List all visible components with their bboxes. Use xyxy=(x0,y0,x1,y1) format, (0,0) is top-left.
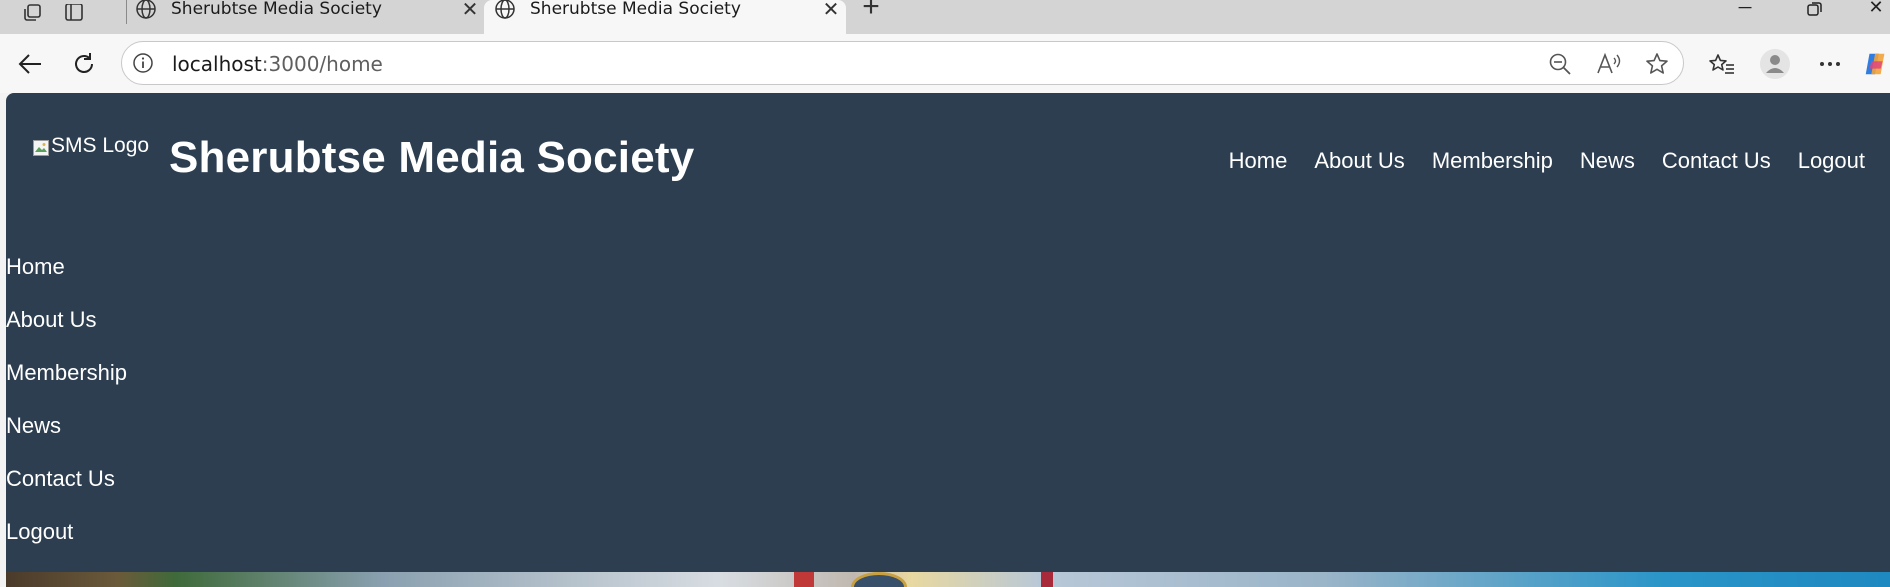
refresh-icon[interactable] xyxy=(66,46,102,82)
tab-active[interactable]: Sherubtse Media Society ✕ xyxy=(484,0,846,34)
broken-image-icon xyxy=(33,138,49,156)
tab-title: Sherubtse Media Society xyxy=(171,0,382,19)
site-info-icon[interactable] xyxy=(132,52,154,74)
workspaces-icon[interactable] xyxy=(14,0,50,26)
page-viewport: SMS Logo Sherubtse Media Society Home Ab… xyxy=(6,93,1890,587)
site-title: Sherubtse Media Society xyxy=(169,133,695,182)
minimize-icon[interactable]: ─ xyxy=(1725,0,1765,20)
restore-icon[interactable] xyxy=(1795,0,1835,20)
url-host: localhost xyxy=(172,52,262,76)
sidenav-home[interactable]: Home xyxy=(6,255,127,308)
topnav-about-us[interactable]: About Us xyxy=(1314,148,1405,174)
tab-inactive[interactable]: Sherubtse Media Society ✕ xyxy=(127,0,485,34)
topnav-home[interactable]: Home xyxy=(1229,148,1288,174)
close-icon[interactable]: ✕ xyxy=(816,0,846,21)
close-icon[interactable]: ✕ xyxy=(455,0,485,21)
sidenav-about-us[interactable]: About Us xyxy=(6,308,127,361)
sidenav-contact-us[interactable]: Contact Us xyxy=(6,467,127,520)
new-tab-icon[interactable]: + xyxy=(856,0,886,22)
sidenav-membership[interactable]: Membership xyxy=(6,361,127,414)
address-bar[interactable]: localhost:3000/home xyxy=(121,41,1684,85)
topnav-logout[interactable]: Logout xyxy=(1798,148,1865,174)
browser-toolbar: localhost:3000/home xyxy=(0,34,1890,93)
site-logo[interactable]: SMS Logo xyxy=(33,134,149,158)
url-path: :3000/home xyxy=(261,52,383,76)
browser-tab-strip: Sherubtse Media Society ✕ Sherubtse Medi… xyxy=(0,0,1890,34)
tab-actions-icon[interactable] xyxy=(56,0,92,26)
topnav-contact-us[interactable]: Contact Us xyxy=(1662,148,1771,174)
favorites-icon[interactable] xyxy=(1704,46,1740,82)
hero-flag-shape xyxy=(794,572,814,587)
topnav-membership[interactable]: Membership xyxy=(1432,148,1553,174)
hero-flag-shape xyxy=(1041,572,1053,587)
zoom-out-icon[interactable] xyxy=(1547,51,1573,77)
top-navigation: Home About Us Membership News Contact Us… xyxy=(1229,148,1865,174)
globe-icon xyxy=(494,0,516,20)
profile-icon[interactable] xyxy=(1757,46,1793,82)
close-window-icon[interactable]: ✕ xyxy=(1862,0,1890,20)
read-aloud-icon[interactable] xyxy=(1596,51,1622,77)
copilot-icon[interactable] xyxy=(1862,46,1890,82)
hero-emblem-shape xyxy=(851,572,907,587)
favorite-star-icon[interactable] xyxy=(1644,51,1670,77)
side-navigation: Home About Us Membership News Contact Us… xyxy=(6,255,127,573)
tab-title: Sherubtse Media Society xyxy=(530,0,741,19)
url-text[interactable]: localhost:3000/home xyxy=(172,52,383,76)
globe-icon xyxy=(135,0,157,20)
back-icon[interactable] xyxy=(12,46,48,82)
sidenav-news[interactable]: News xyxy=(6,414,127,467)
sidenav-logout[interactable]: Logout xyxy=(6,520,127,573)
topnav-news[interactable]: News xyxy=(1580,148,1635,174)
hero-image xyxy=(6,572,1890,587)
logo-alt-text: SMS Logo xyxy=(51,134,150,157)
more-icon[interactable] xyxy=(1812,46,1848,82)
